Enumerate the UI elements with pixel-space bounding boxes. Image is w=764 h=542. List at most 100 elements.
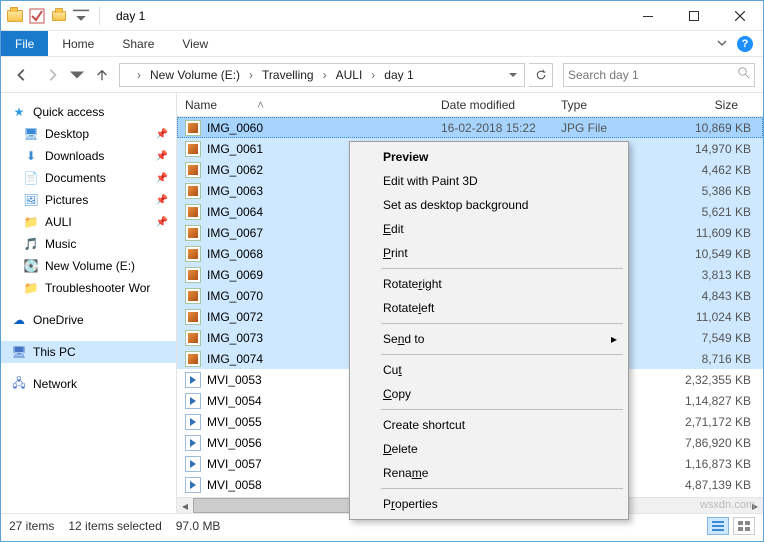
ctx-properties[interactable]: Properties — [353, 492, 625, 516]
ctx-set-wallpaper[interactable]: Set as desktop background — [353, 193, 625, 217]
sidebar-item[interactable]: 📄Documents📌 — [1, 167, 176, 189]
tab-home[interactable]: Home — [48, 31, 108, 56]
chevron-right-icon[interactable]: › — [320, 68, 330, 82]
breadcrumb-4[interactable]: day 1 — [378, 64, 419, 86]
sidebar-item-label: Troubleshooter Wor — [45, 281, 150, 295]
sidebar-this-pc[interactable]: 🖥This PC — [1, 341, 176, 363]
checkbox-icon[interactable] — [29, 8, 45, 24]
sidebar-onedrive[interactable]: ☁OneDrive — [1, 309, 176, 331]
file-type: JPG File — [553, 121, 669, 135]
view-thumbnails-button[interactable] — [733, 517, 755, 535]
scroll-left-icon[interactable]: ◂ — [177, 498, 193, 513]
tab-share[interactable]: Share — [108, 31, 168, 56]
file-name: IMG_0063 — [207, 184, 263, 198]
ctx-send-to[interactable]: Send to▸ — [353, 327, 625, 351]
ctx-print[interactable]: Print — [353, 241, 625, 265]
file-size: 5,386 KB — [669, 184, 763, 198]
image-file-icon — [185, 246, 201, 262]
sidebar-item-label: Desktop — [45, 127, 89, 141]
column-type[interactable]: Type — [553, 93, 669, 116]
file-size: 8,716 KB — [669, 352, 763, 366]
image-file-icon — [185, 351, 201, 367]
help-icon[interactable]: ? — [737, 36, 753, 52]
column-headers: Name˄ Date modified Type Size — [177, 93, 763, 117]
ctx-edit[interactable]: Edit — [353, 217, 625, 241]
file-name: MVI_0058 — [207, 478, 262, 492]
status-size: 97.0 MB — [176, 519, 221, 533]
address-dropdown-icon[interactable] — [504, 71, 522, 79]
star-icon: ★ — [11, 104, 27, 120]
sidebar-item-label: Documents — [45, 171, 106, 185]
file-size: 2,71,172 KB — [669, 415, 763, 429]
video-file-icon — [185, 393, 201, 409]
ctx-edit-paint3d[interactable]: Edit with Paint 3D — [353, 169, 625, 193]
image-file-icon — [185, 225, 201, 241]
monitor-icon: 🖥 — [11, 344, 27, 360]
ctx-rename[interactable]: Rename — [353, 461, 625, 485]
recent-locations-button[interactable] — [69, 62, 85, 88]
sidebar-item[interactable]: 📁Troubleshooter Wor — [1, 277, 176, 299]
breadcrumb-2[interactable]: Travelling — [256, 64, 320, 86]
chevron-right-icon[interactable]: › — [246, 68, 256, 82]
sidebar-item[interactable]: 🎵Music — [1, 233, 176, 255]
address-bar[interactable]: › New Volume (E:) › Travelling › AULI › … — [119, 63, 525, 87]
breadcrumb-1[interactable]: New Volume (E:) — [144, 64, 246, 86]
ctx-cut[interactable]: Cut — [353, 358, 625, 382]
forward-button[interactable] — [39, 62, 65, 88]
file-size: 7,86,920 KB — [669, 436, 763, 450]
ctx-rotate-right[interactable]: Rotate right — [353, 272, 625, 296]
file-size: 11,024 KB — [669, 310, 763, 324]
sidebar-icon: 💽 — [23, 258, 39, 274]
ctx-delete[interactable]: Delete — [353, 437, 625, 461]
column-name[interactable]: Name˄ — [177, 93, 433, 116]
quick-access-toolbar — [1, 7, 110, 25]
watermark: wsxdn.com — [700, 499, 755, 511]
sidebar-item[interactable]: 📁AULI📌 — [1, 211, 176, 233]
file-size: 1,16,873 KB — [669, 457, 763, 471]
status-selected: 12 items selected — [68, 519, 161, 533]
file-size: 4,843 KB — [669, 289, 763, 303]
file-name: MVI_0055 — [207, 415, 262, 429]
tab-view[interactable]: View — [168, 31, 222, 56]
ctx-create-shortcut[interactable]: Create shortcut — [353, 413, 625, 437]
maximize-button[interactable] — [671, 1, 717, 31]
sidebar-quick-access[interactable]: ★ Quick access — [1, 101, 176, 123]
refresh-button[interactable] — [529, 63, 553, 87]
sidebar-item[interactable]: 🖥Desktop📌 — [1, 123, 176, 145]
column-size[interactable]: Size — [669, 93, 763, 116]
file-size: 5,621 KB — [669, 205, 763, 219]
back-button[interactable] — [9, 62, 35, 88]
minimize-button[interactable] — [625, 1, 671, 31]
ctx-copy[interactable]: Copy — [353, 382, 625, 406]
search-input[interactable]: Search day 1 — [563, 63, 755, 87]
chevron-right-icon[interactable]: › — [368, 68, 378, 82]
tab-file[interactable]: File — [1, 31, 48, 56]
separator — [381, 488, 623, 489]
sidebar-label: Quick access — [33, 105, 104, 119]
sidebar-icon: 🖥 — [23, 126, 39, 142]
sidebar-network[interactable]: 🖧Network — [1, 373, 176, 395]
file-name: IMG_0070 — [207, 289, 263, 303]
ctx-preview[interactable]: Preview — [353, 145, 625, 169]
image-file-icon — [185, 267, 201, 283]
chevron-right-icon[interactable]: › — [134, 68, 144, 82]
up-button[interactable] — [89, 62, 115, 88]
ribbon: File Home Share View ? — [1, 31, 763, 57]
close-button[interactable] — [717, 1, 763, 31]
qat-dropdown-icon[interactable] — [73, 8, 89, 24]
expand-ribbon-icon[interactable] — [717, 37, 727, 51]
sidebar-item[interactable]: ⬇Downloads📌 — [1, 145, 176, 167]
file-size: 10,549 KB — [669, 247, 763, 261]
table-row[interactable]: IMG_006016-02-2018 15:22JPG File10,869 K… — [177, 117, 763, 138]
image-file-icon — [185, 288, 201, 304]
image-file-icon — [185, 183, 201, 199]
breadcrumb-3[interactable]: AULI — [330, 64, 369, 86]
view-details-button[interactable] — [707, 517, 729, 535]
ctx-rotate-left[interactable]: Rotate left — [353, 296, 625, 320]
file-size: 3,813 KB — [669, 268, 763, 282]
folder-small-icon[interactable] — [51, 8, 67, 24]
sidebar-item[interactable]: 🖼Pictures📌 — [1, 189, 176, 211]
sidebar-item[interactable]: 💽New Volume (E:) — [1, 255, 176, 277]
file-size: 14,970 KB — [669, 142, 763, 156]
column-date[interactable]: Date modified — [433, 93, 553, 116]
